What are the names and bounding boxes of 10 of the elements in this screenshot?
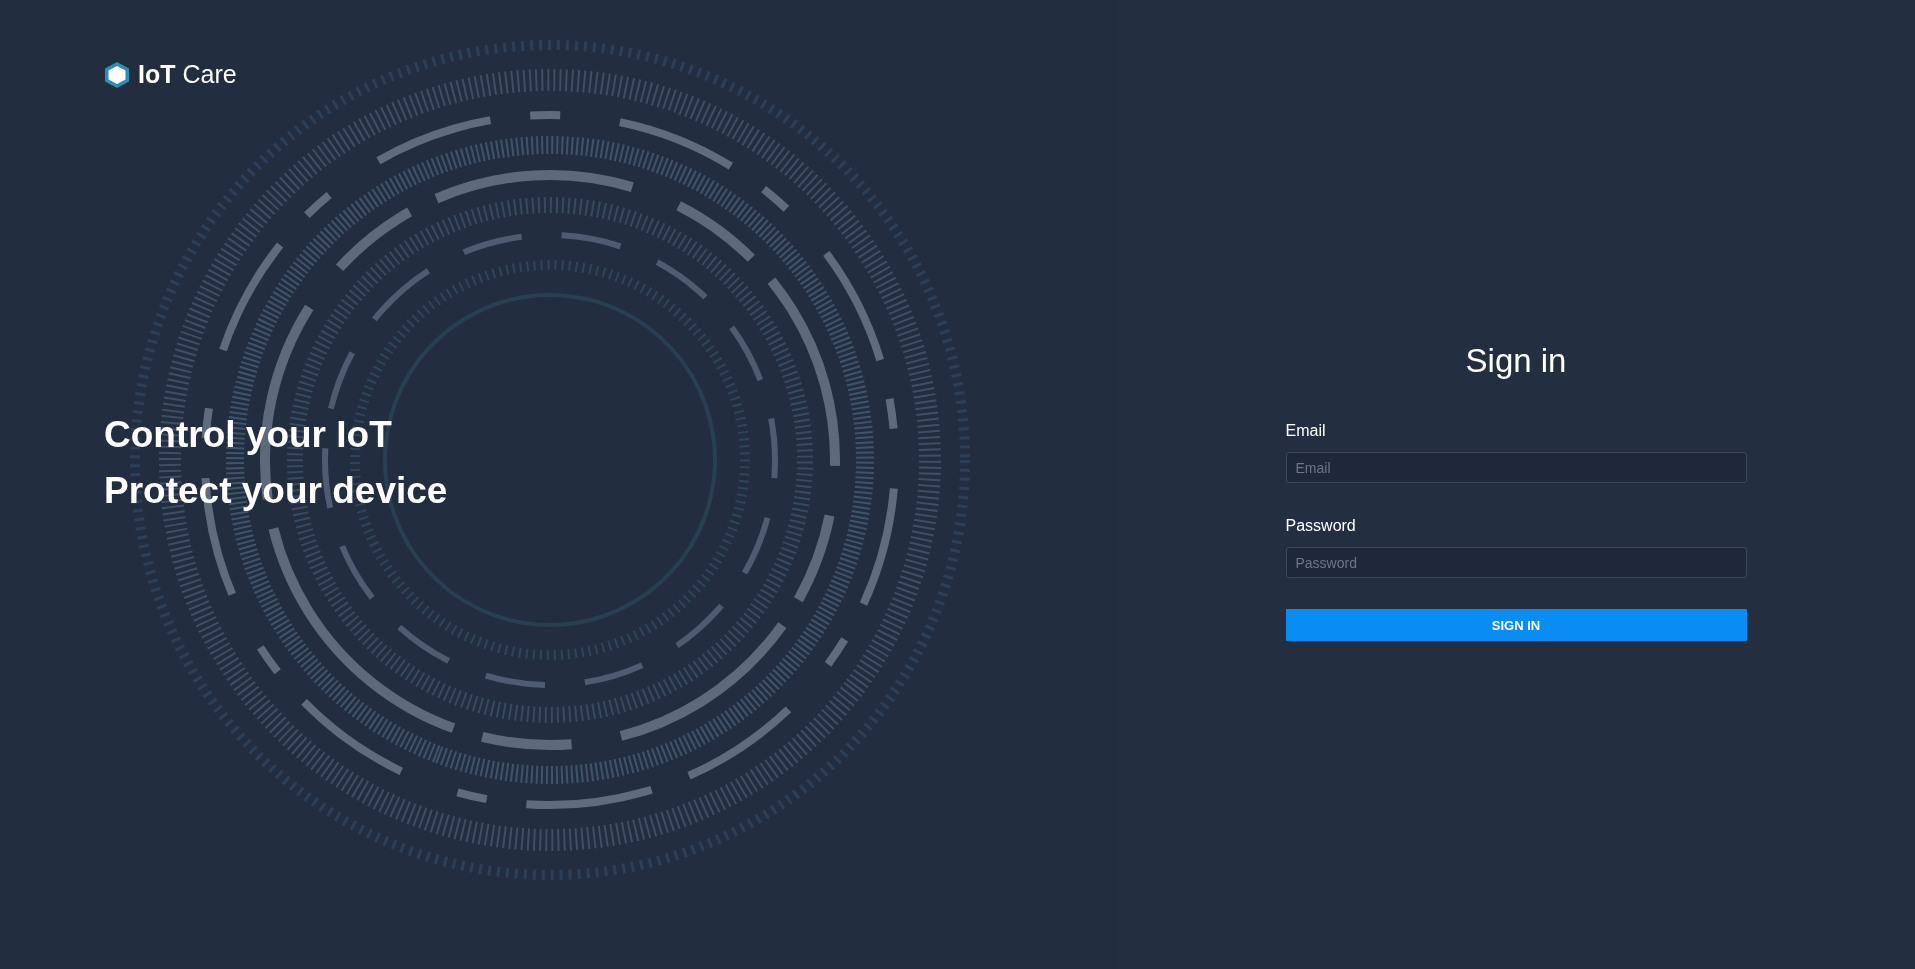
field-label: Password [1285,517,1357,535]
input-field[interactable]: Email [1285,452,1747,483]
brand-name: IoT Care [138,60,237,89]
hexagon-logo-icon [104,60,130,89]
input-field[interactable]: Password [1285,547,1747,578]
sign-in-button[interactable]: SIGN IN [1285,609,1747,641]
hero-headline: Protect your device [104,469,449,513]
field-label: Email [1285,422,1327,440]
hero-headline: Control your IoT [104,413,393,457]
sign-in-title: Sign in [1465,342,1567,380]
